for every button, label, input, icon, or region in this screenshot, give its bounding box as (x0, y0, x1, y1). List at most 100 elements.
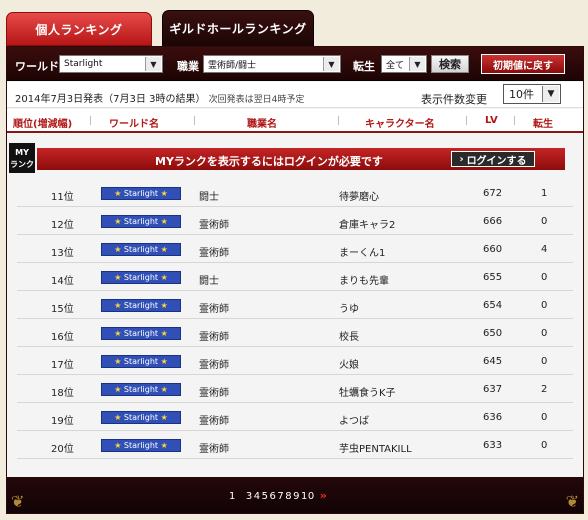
rebirth-cell: 0 (541, 216, 548, 227)
rebirth-select[interactable]: 全て ▼ (381, 55, 427, 73)
search-button[interactable]: 検索 (431, 55, 469, 73)
job-cell: 霊術師 (199, 388, 229, 399)
chevron-right-icon: › (459, 153, 464, 165)
table-row: 16位 ★ Starlight ★ 霊術師 校長 650 0 (17, 319, 573, 347)
level-cell: 637 (483, 384, 503, 395)
job-cell: 霊術師 (199, 360, 229, 371)
display-count-select[interactable]: 10件 ▼ (503, 84, 561, 104)
tab-guild-hall-ranking[interactable]: ギルドホールランキング (162, 10, 314, 46)
table-row: 20位 ★ Starlight ★ 霊術師 芋虫PENTAKILL 633 0 (17, 431, 573, 459)
pager: 1 345678910 » (229, 489, 327, 502)
star-icon: ★ (114, 273, 122, 282)
world-badge-label: Starlight (123, 245, 159, 254)
filter-bar: ワールド Starlight ▼ 職業 霊術師/闘士 ▼ 転生 全て ▼ 検索 … (7, 47, 583, 81)
level-cell: 636 (483, 412, 503, 423)
column-header-character: キャラクター名 (365, 119, 435, 130)
my-rank-badge: MY ランク (9, 143, 35, 173)
next-page-icon[interactable]: » (320, 489, 328, 502)
level-cell: 655 (483, 272, 503, 283)
star-icon: ★ (114, 385, 122, 394)
character-name-cell: 牡蠣食うK子 (339, 388, 396, 399)
rebirth-cell: 0 (541, 440, 548, 451)
column-separator: | (513, 116, 517, 126)
table-row: 14位 ★ Starlight ★ 闘士 まりも先輩 655 0 (17, 263, 573, 291)
character-name-cell: 火娘 (339, 360, 359, 371)
page-link[interactable]: 6 (270, 491, 277, 502)
rank-cell: 18位 (51, 388, 74, 399)
page-link[interactable]: 3 (246, 491, 253, 502)
level-cell: 654 (483, 300, 503, 311)
page-link[interactable]: 10 (301, 491, 315, 502)
star-icon: ★ (160, 413, 168, 422)
world-badge-label: Starlight (123, 189, 159, 198)
page-link[interactable]: 7 (277, 491, 284, 502)
page-link[interactable]: 4 (254, 491, 261, 502)
table-row: 18位 ★ Starlight ★ 霊術師 牡蠣食うK子 637 2 (17, 375, 573, 403)
character-name-cell: まりも先輩 (339, 276, 389, 287)
display-count-label: 表示件数変更 (421, 93, 487, 106)
star-icon: ★ (114, 357, 122, 366)
job-cell: 霊術師 (199, 220, 229, 231)
column-separator: | (193, 116, 197, 126)
job-select[interactable]: 霊術師/闘士 ▼ (203, 55, 341, 73)
star-icon: ★ (114, 441, 122, 450)
star-icon: ★ (160, 441, 168, 450)
next-announcement-note: 次回発表は翌日4時予定 (208, 95, 305, 105)
world-badge-label: Starlight (123, 217, 159, 226)
ranking-panel: ワールド Starlight ▼ 職業 霊術師/闘士 ▼ 転生 全て ▼ 検索 … (6, 46, 584, 514)
character-name-cell: うゆ (339, 304, 359, 315)
world-badge-label: Starlight (123, 441, 159, 450)
star-icon: ★ (114, 245, 122, 254)
rank-cell: 15位 (51, 304, 74, 315)
rebirth-cell: 0 (541, 328, 548, 339)
rebirth-filter-label: 転生 (353, 60, 375, 73)
world-filter-label: ワールド (15, 60, 59, 73)
rank-cell: 13位 (51, 248, 74, 259)
column-header-rebirth: 転生 (533, 119, 553, 130)
level-cell: 645 (483, 356, 503, 367)
chevron-down-icon: ▼ (145, 57, 161, 71)
world-badge: ★ Starlight ★ (101, 383, 181, 396)
star-icon: ★ (114, 189, 122, 198)
my-rank-row: MY ランク MYランクを表示するにはログインが必要です › ログインする (7, 139, 583, 179)
chevron-down-icon: ▼ (323, 57, 339, 71)
job-cell: 霊術師 (199, 248, 229, 259)
world-badge: ★ Starlight ★ (101, 215, 181, 228)
my-rank-badge-line2: ランク (10, 160, 34, 169)
pagination-bar: ❦ ❦ 1 345678910 » (7, 477, 583, 513)
page-link[interactable]: 8 (285, 491, 292, 502)
login-button[interactable]: › ログインする (451, 151, 535, 167)
level-cell: 666 (483, 216, 503, 227)
table-row: 13位 ★ Starlight ★ 霊術師 まーくん1 660 4 (17, 235, 573, 263)
world-select[interactable]: Starlight ▼ (59, 55, 163, 73)
table-header: 順位(増減幅) | ワールド名 | 職業名 | キャラクター名 | LV | 転… (7, 109, 583, 133)
star-icon: ★ (114, 301, 122, 310)
page-link[interactable]: 5 (262, 491, 269, 502)
login-required-message: MYランクを表示するにはログインが必要です (155, 155, 383, 168)
display-count-value: 10件 (509, 88, 534, 101)
world-badge: ★ Starlight ★ (101, 411, 181, 424)
page-link[interactable]: 1 (229, 491, 236, 502)
table-row: 12位 ★ Starlight ★ 霊術師 倉庫キャラ2 666 0 (17, 207, 573, 235)
star-icon: ★ (160, 329, 168, 338)
star-icon: ★ (160, 217, 168, 226)
page-link[interactable]: 9 (293, 491, 300, 502)
login-button-label: ログインする (466, 155, 527, 167)
level-cell: 633 (483, 440, 503, 451)
character-name-cell: 待夢磨心 (339, 192, 379, 203)
world-badge: ★ Starlight ★ (101, 439, 181, 452)
star-icon: ★ (114, 413, 122, 422)
tab-individual-ranking[interactable]: 個人ランキング (6, 12, 152, 46)
rebirth-cell: 1 (541, 188, 548, 199)
world-badge-label: Starlight (123, 385, 159, 394)
job-select-value: 霊術師/闘士 (208, 60, 257, 71)
reset-button[interactable]: 初期値に戻す (481, 54, 565, 74)
rank-cell: 12位 (51, 220, 74, 231)
world-badge: ★ Starlight ★ (101, 243, 181, 256)
star-icon: ★ (160, 245, 168, 254)
info-bar: 2014年7月3日発表（7月3日 3時の結果） 次回発表は翌日4時予定 表示件数… (7, 82, 583, 108)
character-name-cell: まーくん1 (339, 248, 386, 259)
chevron-down-icon: ▼ (542, 86, 559, 102)
job-cell: 霊術師 (199, 304, 229, 315)
world-select-value: Starlight (64, 59, 103, 69)
